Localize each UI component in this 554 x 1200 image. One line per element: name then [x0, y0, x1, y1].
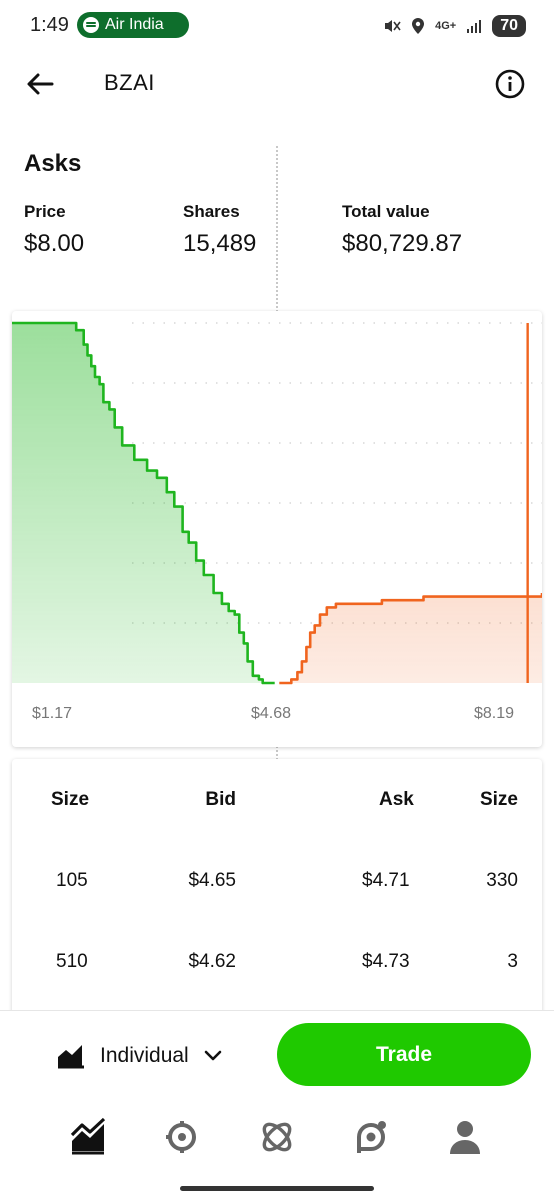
total-value-value: $80,729.87 [342, 230, 463, 257]
x-tick-label: $8.19 [474, 705, 515, 722]
price-value: $8.00 [24, 230, 85, 257]
app-header: BZAI [0, 56, 554, 112]
bid-size-cell: 105 [56, 870, 88, 891]
stock-symbol: BZAI [104, 70, 155, 95]
total-value-stat: Total value $80,729.87 [342, 202, 462, 258]
trade-button[interactable]: Trade [277, 1023, 531, 1086]
shares-value: 15,489 [183, 230, 257, 257]
depth-chart-svg[interactable] [12, 311, 542, 747]
discover-icon[interactable] [257, 1117, 297, 1157]
signal-icon [467, 20, 482, 33]
asks-title: Asks [24, 150, 82, 177]
spotify-icon [83, 17, 99, 33]
battery-level: 70 [500, 17, 518, 34]
bid-size-cell: 510 [56, 951, 88, 972]
bid-price-cell: $4.62 [188, 951, 236, 972]
ask-size-cell: 3 [507, 951, 518, 972]
ask-size-cell: 330 [486, 870, 518, 891]
bottom-bar: Individual Trade [0, 1010, 554, 1200]
account-icon[interactable] [445, 1117, 485, 1157]
info-icon[interactable] [494, 68, 526, 100]
bids-series [12, 321, 275, 685]
ask-price-cell: $4.73 [362, 951, 410, 972]
notifications-icon[interactable] [351, 1117, 391, 1157]
price-stat: Price $8.00 [24, 202, 84, 258]
investing-icon[interactable] [68, 1117, 108, 1157]
home-indicator [180, 1186, 374, 1191]
trade-button-label: Trade [375, 1042, 433, 1066]
media-pill-label: Air India [105, 16, 164, 33]
shares-label: Shares [183, 202, 240, 221]
ask-price-cell: $4.71 [362, 870, 410, 891]
asks-area-group [279, 593, 542, 683]
back-arrow-icon[interactable] [22, 68, 58, 100]
network-type: 4G+ [435, 20, 457, 32]
x-tick-label: $1.17 [32, 705, 73, 722]
status-icons: 4G+ 70 [383, 12, 526, 40]
price-label: Price [24, 202, 66, 221]
bids-area-group [12, 323, 275, 683]
x-tick-label: $4.68 [251, 705, 292, 722]
account-selector[interactable]: Individual [56, 1041, 223, 1071]
mute-icon [385, 20, 401, 32]
bid-price-header: Bid [205, 789, 236, 810]
battery-icon: 70 [492, 15, 526, 37]
asks-series [279, 593, 542, 685]
chevron-down-icon [204, 1050, 222, 1061]
bid-size-header: Size [51, 789, 90, 810]
ask-size-header: Size [479, 789, 518, 810]
order-book: Size Bid Ask Size 105 $4.65 $4.71 330 51… [12, 759, 542, 1019]
portfolio-chart-icon [58, 1045, 84, 1069]
bid-price-cell: $4.65 [188, 870, 236, 891]
location-icon [412, 18, 425, 34]
ask-price-header: Ask [379, 789, 414, 810]
account-label: Individual [100, 1044, 189, 1067]
depth-chart[interactable]: $1.17 $4.68 $8.19 [12, 311, 542, 747]
total-value-label: Total value [342, 202, 430, 221]
shares-stat: Shares 15,489 [183, 202, 256, 258]
status-bar: 1:49 Air India 4G+ 70 [0, 0, 554, 52]
media-pill[interactable]: Air India [77, 12, 189, 38]
crypto-icon[interactable] [162, 1117, 202, 1157]
status-time: 1:49 [30, 14, 69, 36]
